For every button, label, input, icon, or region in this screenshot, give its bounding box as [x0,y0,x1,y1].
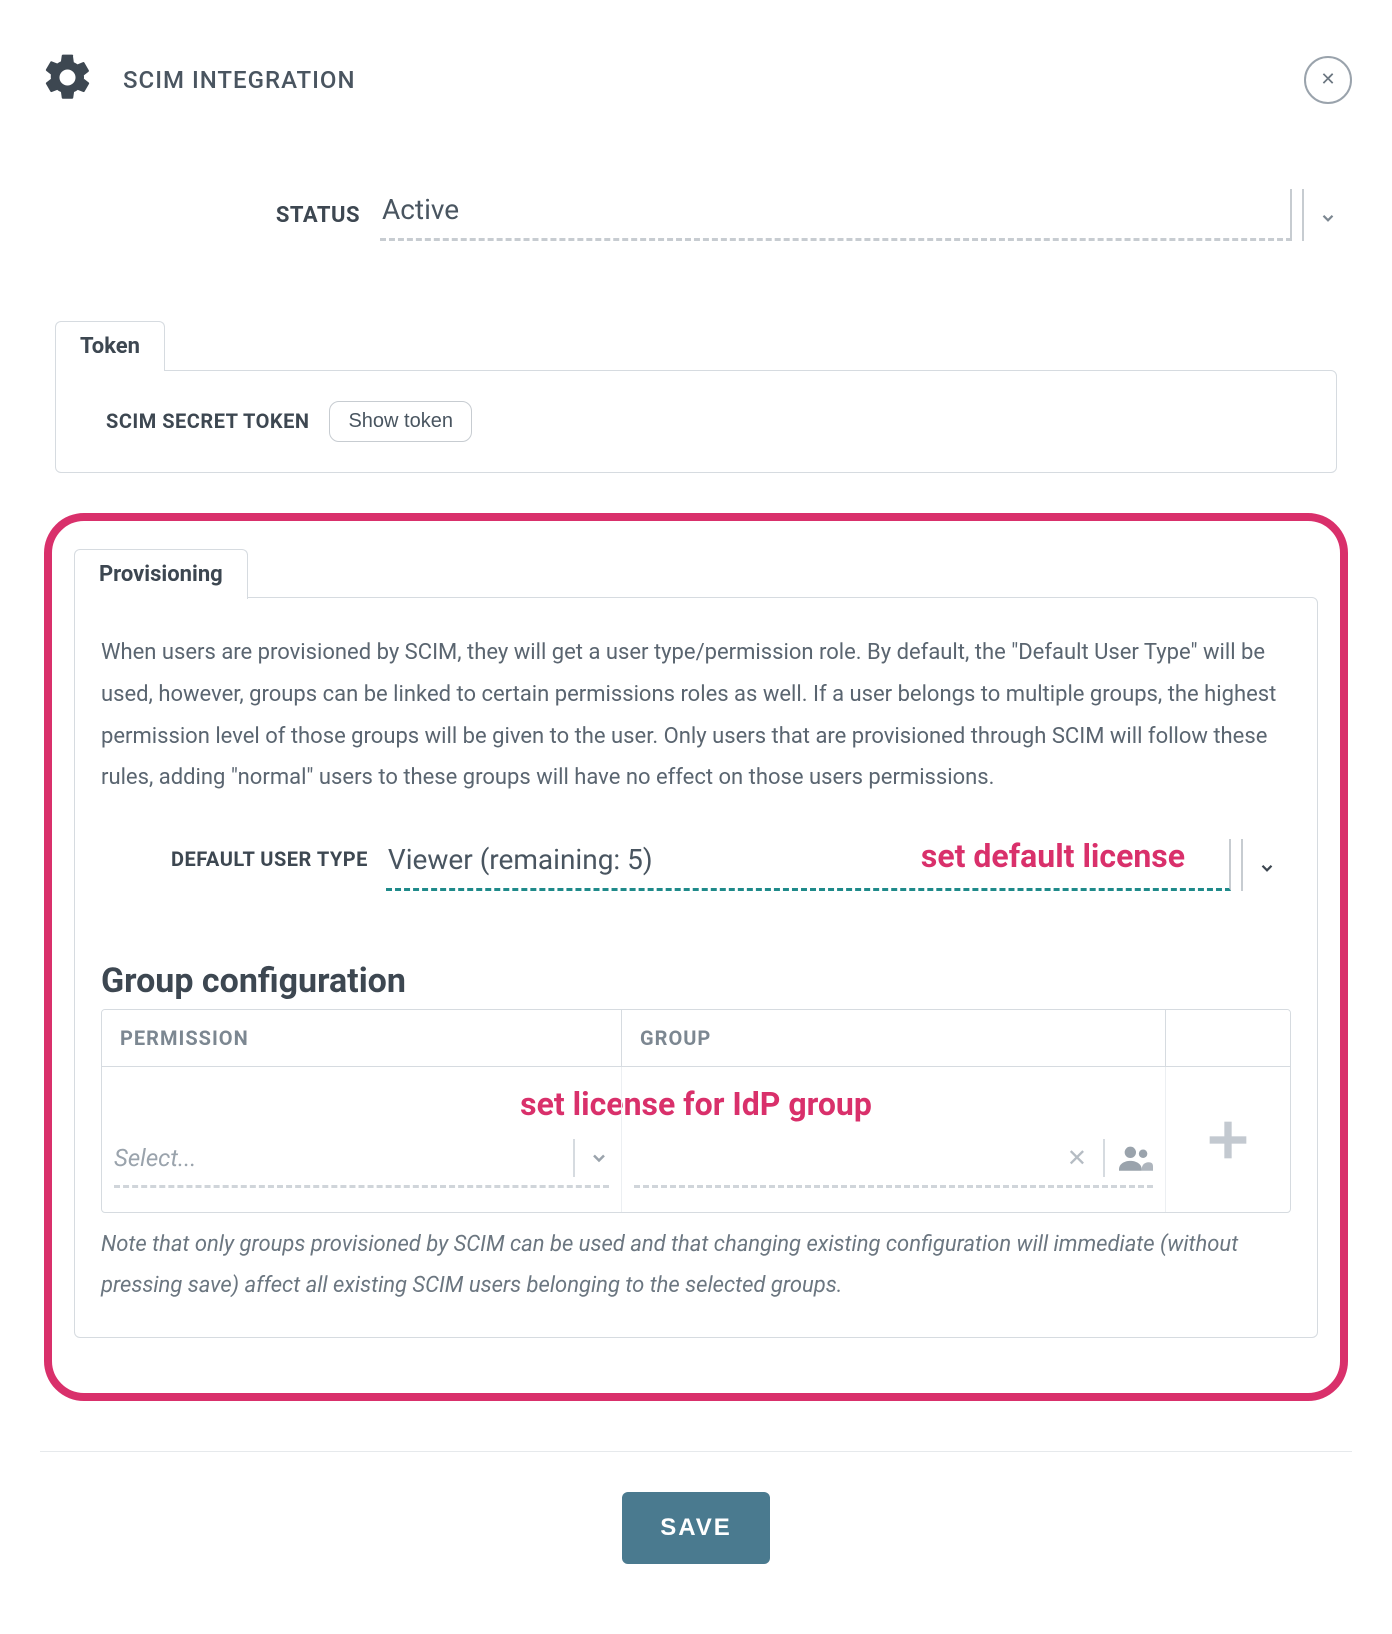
status-row: STATUS Active [40,189,1352,241]
secret-token-label: SCIM SECRET TOKEN [106,409,309,433]
col-add-header [1166,1010,1290,1066]
col-permission-header: PERMISSION [102,1010,622,1066]
gear-icon [40,50,95,109]
status-select[interactable]: Active [380,189,1292,241]
table-header: PERMISSION GROUP [102,1010,1290,1067]
status-value: Active [382,193,459,226]
provisioning-description: When users are provisioned by SCIM, they… [101,632,1291,799]
col-group-header: GROUP [622,1010,1166,1066]
permission-select[interactable]: Select... [114,1139,609,1188]
provisioning-panel: Provisioning When users are provisioned … [74,549,1318,1338]
page-title: SCIM INTEGRATION [123,66,356,94]
clear-icon[interactable]: ✕ [1059,1144,1095,1172]
tab-token[interactable]: Token [55,321,165,371]
save-button[interactable]: SAVE [622,1492,770,1564]
modal-header: SCIM INTEGRATION ✕ [40,50,1352,109]
default-user-type-label: DEFAULT USER TYPE [171,839,368,871]
provisioning-highlight: Provisioning When users are provisioned … [44,513,1348,1401]
group-config-heading: Group configuration [101,961,1291,1001]
divider [1103,1139,1105,1177]
default-user-type-row: DEFAULT USER TYPE Viewer (remaining: 5) … [101,839,1291,891]
group-config-table: PERMISSION GROUP set license for IdP gro… [101,1009,1291,1213]
group-config-note: Note that only groups provisioned by SCI… [101,1225,1291,1306]
permission-placeholder: Select... [114,1144,559,1172]
user-type-chevron-wrap[interactable] [1241,839,1291,891]
people-icon[interactable] [1119,1145,1153,1171]
close-icon: ✕ [1320,69,1335,90]
status-label: STATUS [240,203,360,228]
tab-provisioning[interactable]: Provisioning [74,549,248,599]
table-row: set license for IdP group Select... ✕ [102,1067,1290,1212]
close-button[interactable]: ✕ [1304,56,1352,104]
chevron-down-icon [1258,859,1276,877]
chevron-down-icon [1319,209,1337,227]
annotation-default-license: set default license [915,837,1191,875]
default-user-type-value: Viewer (remaining: 5) [388,843,653,876]
add-row-button[interactable] [1178,1118,1278,1162]
token-panel: Token SCIM SECRET TOKEN Show token [55,321,1337,473]
footer: SAVE [40,1451,1352,1634]
status-chevron-wrap[interactable] [1302,189,1352,241]
plus-icon [1206,1118,1250,1162]
group-input[interactable]: ✕ [634,1139,1153,1188]
divider [573,1139,575,1177]
chevron-down-icon [589,1148,609,1168]
show-token-button[interactable]: Show token [329,401,472,442]
